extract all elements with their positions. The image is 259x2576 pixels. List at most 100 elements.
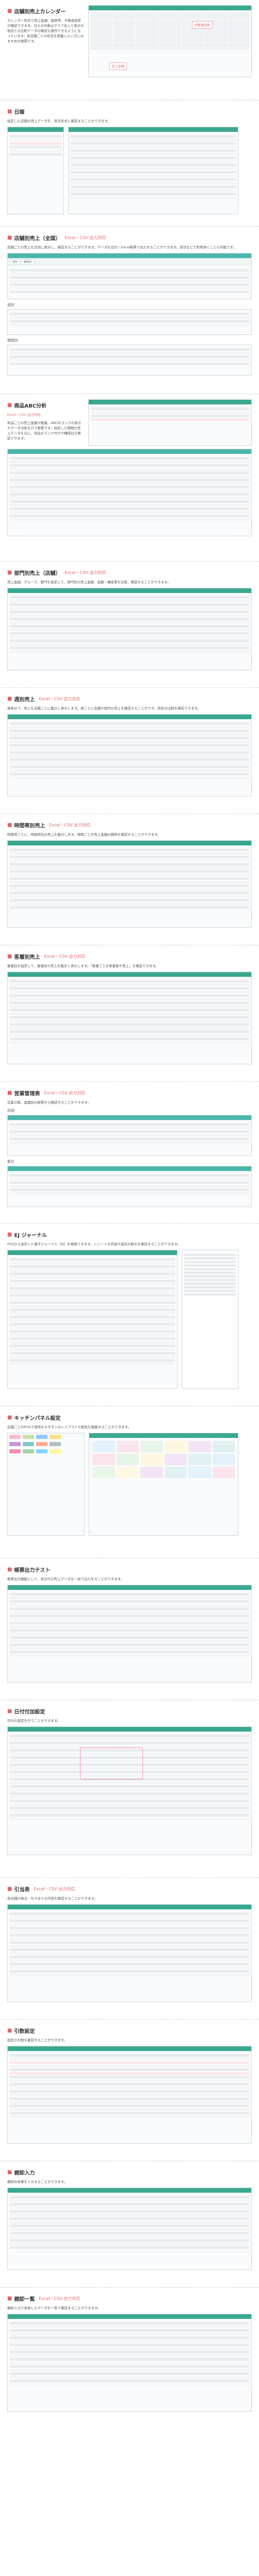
screenshot-abc-top <box>88 399 252 446</box>
bullet-icon: ■ <box>7 2170 12 2175</box>
bullet-icon: ■ <box>7 402 12 408</box>
section-sales-calendar: ■ 店舗別売上カレンダー カレンダー形式で売上金額、客数等、予算達成率が確認できま… <box>0 0 259 100</box>
bullet-icon: ■ <box>7 1708 12 1714</box>
section-description: 店舗ごとの売上を日別に表示し、確認することができます。データを日付・Excel帳… <box>7 245 237 249</box>
excel-csv-badge: Excel・CSV 出力対応 <box>64 235 106 240</box>
section-title: 日付付加設定 <box>14 1709 45 1715</box>
section-title: 引当表 <box>14 1887 30 1893</box>
screenshot-panel-right <box>89 1433 238 1536</box>
section-customer-sales: ■ 客層別売上 Excel・CSV 出力対応 客層別を指定して、客層別の売上を集計し… <box>0 945 259 1082</box>
screenshot-argument <box>7 2046 252 2144</box>
section-dept-sales: ■ 部門別売上（店舗） Excel・CSV 出力対応 売上金額、グループ、部門を指定… <box>0 562 259 688</box>
excel-csv-badge: Excel・CSV 出力対応 <box>49 823 91 827</box>
section-description: 客層別を指定して、客層別の売上を集計し表示します。「客層ごとの来客数や売上」を確… <box>7 964 159 968</box>
section-description: 時間帯ごとに、時間帯別の売上を集計します。時間ごとの売上金額の推移を確認すること… <box>7 833 161 837</box>
section-title: 週別売上 <box>14 697 35 703</box>
section-weekly-sales: ■ 週別売上 Excel・CSV 出力対応 週単位で、売上を店舗ごとに集計し表示しま… <box>0 688 259 814</box>
bullet-icon: ■ <box>7 696 12 702</box>
section-description: POSから送信した電子ジャーナル（EJ）を検索できます。レシートの内容や過去の取… <box>7 1242 181 1246</box>
section-inventory-list: ■ 棚卸一覧 Excel・CSV 出力対応 棚卸入力で登録したデータを一覧で確認する… <box>0 2287 259 2429</box>
section-title: 棚卸入力 <box>14 2171 35 2176</box>
section-kitchen-panel: ■ キッチンパネル設定 店舗ごとのPOSで使用するボタンのレイアウトや配色を編集す… <box>0 1406 259 1558</box>
bullet-icon: ■ <box>7 8 12 14</box>
section-daily-report: ■ 日報 指定した店舗の売上データを、表示形式に確認することができます。 <box>0 100 259 227</box>
bullet-icon: ■ <box>7 954 12 959</box>
caption-detail: 詳細 <box>7 1109 14 1113</box>
section-description: 営業の数、金額別の帳票から確認することができます。 <box>7 1100 91 1105</box>
section-title: 店舗別売上（全国） <box>14 236 61 242</box>
section-title: 営業管理表 <box>14 1091 40 1097</box>
screenshot-hourly-sales <box>7 840 252 928</box>
section-title: 日報 <box>14 110 25 115</box>
section-inventory-input: ■ 棚卸入力 棚卸の結果を入力することができます。 <box>0 2161 259 2287</box>
screenshot-inventory-input <box>7 2188 252 2270</box>
section-title: 商品ABC分析 <box>14 403 47 409</box>
excel-csv-badge: Excel・CSV 出力対応 <box>44 1091 86 1095</box>
section-title: 部門別売上（店舗） <box>14 571 61 577</box>
bullet-icon: ■ <box>7 570 12 575</box>
bullet-icon: ■ <box>7 2296 12 2301</box>
screenshot-dept-sales <box>7 588 252 670</box>
section-title: 時間帯別売上 <box>14 823 45 829</box>
bullet-icon: ■ <box>7 822 12 828</box>
screenshot-calendar: 売上金額 予算達成率 <box>88 5 252 77</box>
tab-weekly: 週別 <box>10 259 21 265</box>
screenshot-panel-left <box>7 1433 85 1536</box>
excel-csv-badge: Excel・CSV 出力対応 <box>39 697 80 701</box>
screenshot-inventory-list <box>7 2314 252 2412</box>
section-title: 棚卸一覧 <box>14 2297 35 2302</box>
screenshot-report-output <box>7 1585 252 1683</box>
callout-sales: 売上金額 <box>109 62 127 70</box>
excel-csv-badge: Excel・CSV 出力対応 <box>64 570 106 575</box>
section-report-output: ■ 帳票出力テスト 帳票出力機能として、各日付の売上データを一括で出力することがで… <box>0 1558 259 1700</box>
section-allocation: ■ 引当表 Excel・CSV 出力対応 各店舗の発注・引き当ての内容を確認すること… <box>0 1878 259 2020</box>
screenshot-management-1 <box>7 1115 252 1156</box>
section-title: 帳票出力テスト <box>14 1568 51 1573</box>
screenshot-store-sales-2 <box>7 309 252 335</box>
screenshot-weekly-sales <box>7 714 252 796</box>
screenshot-store-sales-3 <box>7 345 252 376</box>
bullet-icon: ■ <box>7 1886 12 1892</box>
bullet-icon: ■ <box>7 1567 12 1572</box>
excel-csv-badge: Excel・CSV 出力対応 <box>34 1887 75 1891</box>
tab-period: 期間別 <box>21 259 35 265</box>
section-description: 帳票出力機能として、各日付の売上データを一括で出力することができます。 <box>7 1577 124 1581</box>
caption-summary: 集計 <box>7 1160 14 1164</box>
section-hourly-sales: ■ 時間帯別売上 Excel・CSV 出力対応 時間帯ごとに、時間帯別の売上を集計し… <box>0 814 259 945</box>
section-description: 指定した店舗の売上データを、表示形式に確認することができます。 <box>7 119 111 123</box>
document: ■ 店舗別売上カレンダー カレンダー形式で売上金額、客数等、予算達成率が確認できま… <box>0 0 259 2429</box>
section-description: 棚卸入力で登録したデータを一覧で確認することができます。 <box>7 2306 101 2310</box>
bullet-icon: ■ <box>7 1415 12 1420</box>
screenshot-store-sales-1: 週別 期間別 <box>7 253 252 299</box>
section-title: 店舗別売上カレンダー <box>14 9 66 15</box>
caption-period: 期間別 <box>7 338 18 343</box>
section-description: 各店舗の発注・引き当ての内容を確認することができます。 <box>7 1896 98 1901</box>
highlight-box <box>80 1748 143 1780</box>
screenshot-abc-table <box>7 449 252 536</box>
section-argument-setting: ■ 引数設定 設定の引数を確認することができます。 <box>0 2020 259 2161</box>
section-description: 日付の設定を行うことができます。 <box>7 1719 61 1723</box>
screenshot-allocation <box>7 1904 252 2002</box>
section-management-table: ■ 営業管理表 Excel・CSV 出力対応 営業の数、金額別の帳票から確認すること… <box>0 1082 259 1224</box>
section-title: 客層別売上 <box>14 955 40 960</box>
bullet-icon: ■ <box>7 235 12 241</box>
bullet-icon: ■ <box>7 1232 12 1238</box>
excel-csv-badge: Excel・CSV 出力対応 <box>7 413 41 417</box>
screenshot-management-2 <box>7 1166 252 1207</box>
callout-budget: 予算達成率 <box>191 21 213 29</box>
screenshot-customer-sales <box>7 972 252 1064</box>
screenshot-date-setting <box>7 1726 252 1855</box>
bullet-icon: ■ <box>7 109 12 114</box>
section-title: EJ ジャーナル <box>14 1233 47 1239</box>
section-abc-analysis: ■ 商品ABC分析 Excel・CSV 出力対応 商品ごとの売上金額や数量、ABC… <box>0 394 259 562</box>
excel-csv-badge: Excel・CSV 出力対応 <box>39 2296 80 2301</box>
screenshot-ej-list <box>7 1250 177 1389</box>
section-ej-journal: ■ EJ ジャーナル POSから送信した電子ジャーナル（EJ）を検索できます。レシ… <box>0 1224 259 1406</box>
section-description: 設定の引数を確認することができます。 <box>7 2038 68 2042</box>
section-title: キッチンパネル設定 <box>14 1416 61 1421</box>
section-description: 店舗ごとのPOSで使用するボタンのレイアウトや配色を編集することができます。 <box>7 1425 131 1429</box>
caption-weekly: 週別 <box>7 303 14 307</box>
section-description: 週単位で、売上を店舗ごとに集計し表示します。週ごとに店舗や部門の売上を確認するこ… <box>7 706 201 710</box>
excel-csv-badge: Excel・CSV 出力対応 <box>44 954 86 959</box>
section-description: カレンダー形式で売上金額、客数等、予算達成率が確認できます。日々の計数はグラフ化… <box>7 19 84 43</box>
